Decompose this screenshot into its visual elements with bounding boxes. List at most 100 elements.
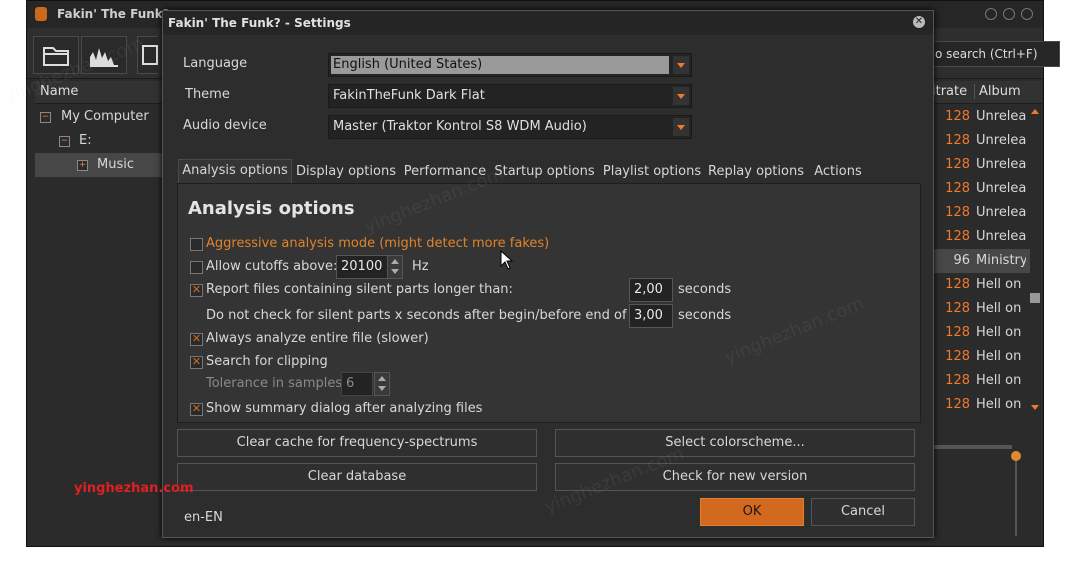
table-row[interactable]: 128 Hell on bbox=[932, 273, 1032, 297]
album-cell: Hell on bbox=[976, 397, 1022, 412]
nocheck-input[interactable]: 3,00 bbox=[629, 304, 673, 328]
table-row[interactable]: 128 Hell on bbox=[932, 297, 1032, 321]
theme-select[interactable]: FakinTheFunk Dark Flat bbox=[328, 84, 692, 108]
table-row[interactable]: 128 Unreleased bbox=[932, 153, 1032, 177]
table-row[interactable]: 128 Unreleased bbox=[932, 201, 1032, 225]
album-cell: Unreleased bbox=[976, 133, 1026, 148]
cutoffs-value: 20100 bbox=[341, 259, 383, 274]
settings-dialog: Fakin' The Funk? - Settings ✕ Language E… bbox=[162, 10, 934, 538]
tree-expander[interactable]: − bbox=[59, 136, 70, 147]
chevron-down-icon[interactable] bbox=[673, 118, 689, 136]
table-row[interactable]: 128 Unreleased bbox=[932, 105, 1032, 129]
table-row[interactable]: 128 Unreleased bbox=[932, 129, 1032, 153]
tolerance-stepper[interactable] bbox=[374, 372, 390, 396]
bitrate-cell: 128 bbox=[945, 277, 970, 292]
table-row[interactable]: 128 Unreleased bbox=[932, 225, 1032, 249]
dialog-close-icon[interactable]: ✕ bbox=[913, 16, 925, 28]
scroll-thumb[interactable] bbox=[1030, 293, 1040, 303]
chevron-down-icon[interactable] bbox=[673, 56, 689, 74]
stepper-up-icon[interactable] bbox=[378, 376, 386, 381]
theme-label: Theme bbox=[185, 87, 230, 102]
album-cell: Unreleased bbox=[976, 109, 1026, 124]
tab-analysis-options[interactable]: Analysis options bbox=[178, 159, 292, 184]
aggressive-checkbox[interactable] bbox=[190, 238, 203, 251]
album-cell: Hell on bbox=[976, 301, 1022, 316]
album-cell: Hell on bbox=[976, 325, 1022, 340]
entire-file-checkbox[interactable]: ✕ bbox=[190, 333, 203, 346]
tab-playlist-options[interactable]: Playlist options bbox=[601, 161, 703, 184]
album-cell: Hell on bbox=[976, 277, 1022, 292]
bitrate-cell: 128 bbox=[945, 133, 970, 148]
bitrate-cell: 128 bbox=[945, 181, 970, 196]
clipping-label: Search for clipping bbox=[206, 354, 328, 369]
tolerance-input[interactable]: 6 bbox=[341, 372, 373, 396]
grid-header-album[interactable]: Album bbox=[974, 84, 1021, 99]
chevron-down-icon[interactable] bbox=[673, 87, 689, 105]
album-cell: Unreleased bbox=[976, 181, 1026, 196]
tab-startup-options[interactable]: Startup options bbox=[492, 161, 597, 184]
tree-item-my-computer[interactable]: − My Computer bbox=[35, 105, 163, 129]
stepper-up-icon[interactable] bbox=[391, 259, 399, 264]
close-icon[interactable] bbox=[1021, 8, 1033, 20]
bitrate-cell: 128 bbox=[945, 397, 970, 412]
cancel-button[interactable]: Cancel bbox=[811, 498, 915, 526]
stepper-down-icon[interactable] bbox=[378, 386, 386, 391]
tab-display-options[interactable]: Display options bbox=[294, 161, 398, 184]
search-input[interactable]: o search (Ctrl+F) bbox=[932, 41, 1060, 67]
scroll-up-icon[interactable] bbox=[1031, 109, 1039, 114]
tree-item-music[interactable]: + Music bbox=[35, 153, 163, 177]
slider-thumb[interactable] bbox=[1011, 451, 1021, 461]
tree-item-label: My Computer bbox=[61, 109, 149, 124]
select-colorscheme-button[interactable]: Select colorscheme... bbox=[555, 429, 915, 457]
album-cell: Ministry bbox=[976, 253, 1026, 268]
table-row[interactable]: 128 Hell on bbox=[932, 393, 1032, 417]
volume-slider[interactable] bbox=[1011, 451, 1021, 536]
ok-button[interactable]: OK bbox=[700, 498, 804, 526]
tree-item-label: Music bbox=[97, 157, 134, 172]
clear-cache-button[interactable]: Clear cache for frequency-spectrums bbox=[177, 429, 537, 457]
language-label: Language bbox=[183, 56, 248, 71]
panel-heading: Analysis options bbox=[188, 198, 355, 219]
maximize-icon[interactable] bbox=[1003, 8, 1015, 20]
cutoffs-input[interactable]: 20100 bbox=[336, 255, 388, 279]
tree-expander[interactable]: + bbox=[77, 160, 88, 171]
summary-label: Show summary dialog after analyzing file… bbox=[206, 401, 483, 416]
table-row[interactable]: 96 Ministry bbox=[932, 249, 1032, 273]
table-row[interactable]: 128 Hell on bbox=[932, 345, 1032, 369]
main-title: Fakin' The Funk? bbox=[57, 7, 170, 21]
cutoffs-checkbox[interactable] bbox=[190, 261, 203, 274]
scroll-down-icon[interactable] bbox=[1031, 405, 1039, 410]
silent-unit: seconds bbox=[678, 282, 732, 297]
stepper-down-icon[interactable] bbox=[391, 269, 399, 274]
tab-actions[interactable]: Actions bbox=[809, 161, 867, 184]
cutoffs-label: Allow cutoffs above: bbox=[206, 259, 338, 274]
silent-checkbox[interactable]: ✕ bbox=[190, 284, 203, 297]
table-row[interactable]: 128 Hell on bbox=[932, 321, 1032, 345]
bitrate-cell: 128 bbox=[945, 349, 970, 364]
audio-device-select[interactable]: Master (Traktor Kontrol S8 WDM Audio) bbox=[328, 115, 692, 139]
grid-header-bitrate[interactable]: itrate bbox=[932, 84, 967, 99]
dialog-title: Fakin' The Funk? - Settings bbox=[168, 16, 351, 30]
tree-item-drive-e[interactable]: − E: bbox=[35, 129, 163, 153]
tree-expander[interactable]: − bbox=[40, 112, 51, 123]
audio-device-value: Master (Traktor Kontrol S8 WDM Audio) bbox=[333, 119, 587, 134]
clipping-checkbox[interactable]: ✕ bbox=[190, 356, 203, 369]
minimize-icon[interactable] bbox=[985, 8, 997, 20]
cutoffs-stepper[interactable] bbox=[387, 255, 403, 279]
tab-replay-options[interactable]: Replay options bbox=[707, 161, 805, 184]
clear-database-button[interactable]: Clear database bbox=[177, 463, 537, 491]
bitrate-cell: 128 bbox=[945, 301, 970, 316]
table-row[interactable]: 128 Hell on bbox=[932, 369, 1032, 393]
h-slider[interactable] bbox=[932, 445, 1012, 449]
language-select[interactable]: English (United States) bbox=[328, 53, 692, 77]
bitrate-cell: 128 bbox=[945, 109, 970, 124]
grid-header: itrate Album bbox=[932, 81, 1042, 104]
nocheck-label: Do not check for silent parts x seconds … bbox=[206, 308, 662, 323]
grid-scrollbar[interactable] bbox=[1030, 105, 1040, 425]
table-row[interactable]: 128 Unreleased bbox=[932, 177, 1032, 201]
theme-value: FakinTheFunk Dark Flat bbox=[333, 88, 485, 103]
summary-checkbox[interactable]: ✕ bbox=[190, 403, 203, 416]
language-value: English (United States) bbox=[331, 56, 669, 74]
silent-input[interactable]: 2,00 bbox=[629, 278, 673, 302]
track-grid: itrate Album 128 Unreleased 128 Unreleased 1… bbox=[932, 81, 1042, 426]
